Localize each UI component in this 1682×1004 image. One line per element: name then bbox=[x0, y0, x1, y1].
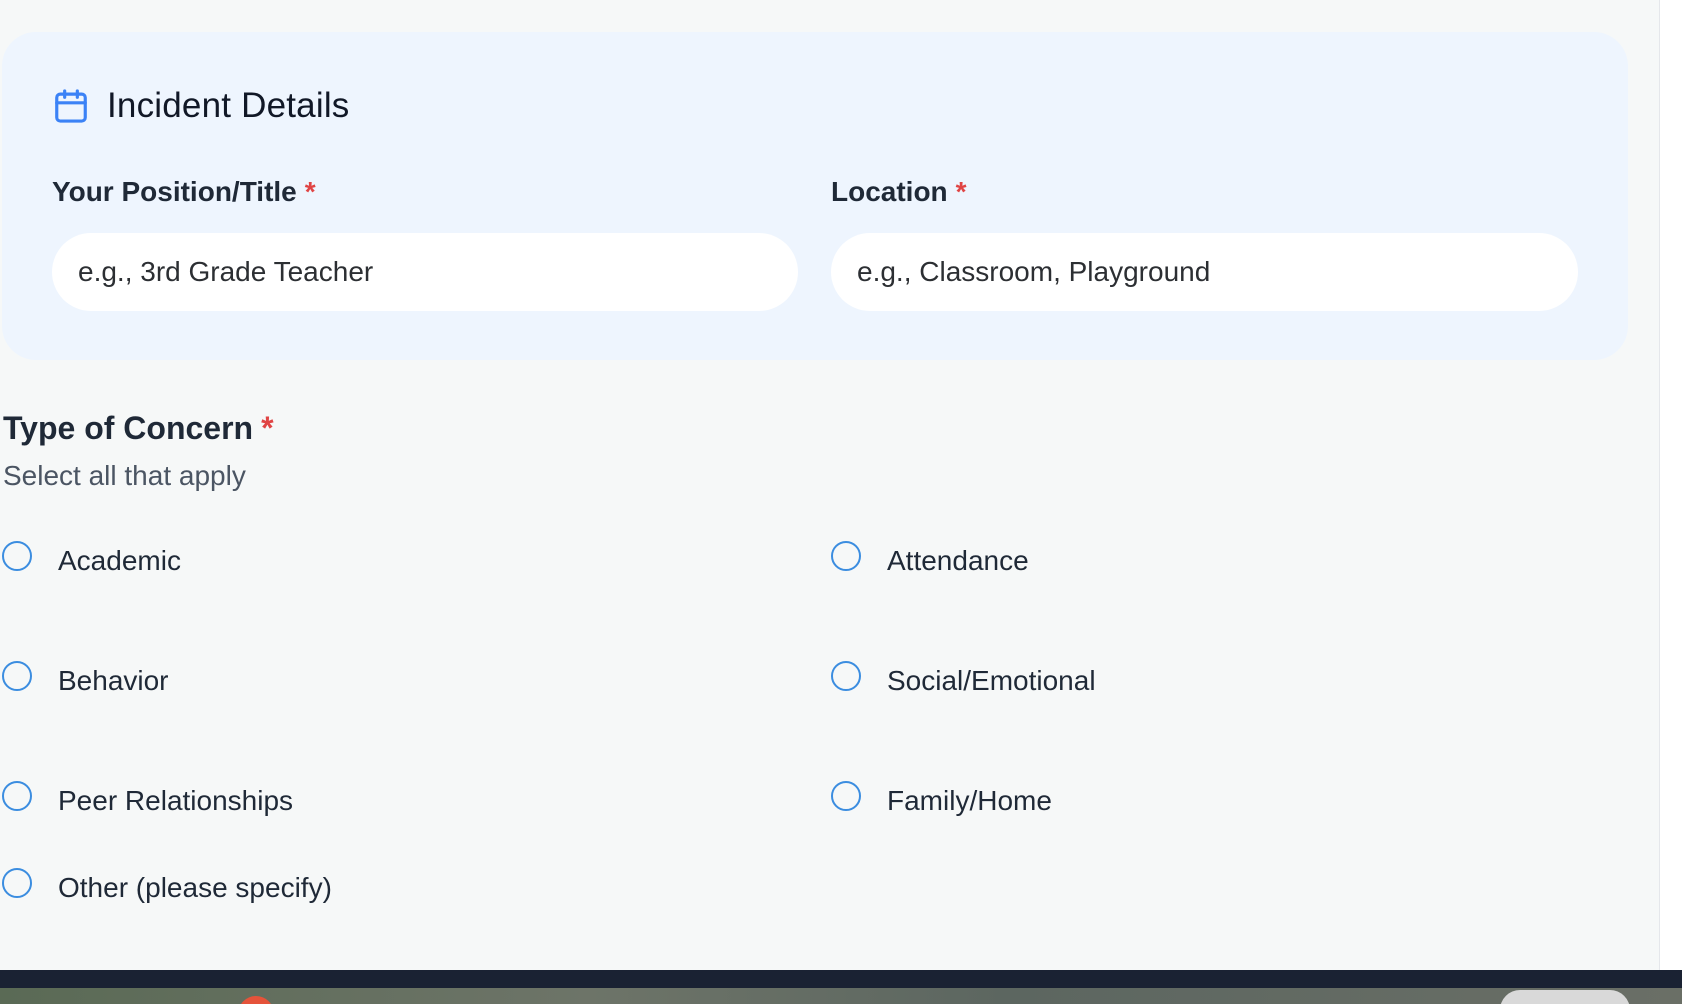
option-label: Family/Home bbox=[887, 785, 1052, 816]
option-label: Social/Emotional bbox=[887, 665, 1096, 696]
radio-circle[interactable] bbox=[2, 541, 32, 571]
taskbar-control[interactable] bbox=[1500, 990, 1630, 1004]
concern-option-family-home[interactable]: Family/Home bbox=[831, 781, 1052, 817]
scrollbar-track[interactable] bbox=[1659, 0, 1682, 970]
option-label: Academic bbox=[58, 545, 181, 576]
option-label: Peer Relationships bbox=[58, 785, 294, 816]
calendar-icon bbox=[55, 89, 87, 123]
location-label: Location * bbox=[831, 176, 967, 208]
concern-option-other[interactable]: Other (please specify) bbox=[2, 868, 332, 904]
incident-details-header: Incident Details bbox=[52, 86, 350, 126]
location-input[interactable] bbox=[831, 233, 1578, 311]
radio-circle[interactable] bbox=[831, 781, 861, 811]
required-marker: * bbox=[261, 410, 274, 446]
position-label: Your Position/Title * bbox=[52, 176, 316, 208]
radio-circle[interactable] bbox=[831, 541, 861, 571]
radio-circle[interactable] bbox=[2, 868, 32, 898]
os-taskbar bbox=[0, 970, 1682, 1004]
required-marker: * bbox=[955, 176, 967, 207]
option-label: Behavior bbox=[58, 665, 169, 696]
form-page: Incident Details Your Position/Title* Lo… bbox=[0, 0, 1682, 1004]
card-title: Incident Details bbox=[107, 86, 350, 125]
required-marker: * bbox=[304, 176, 316, 207]
concern-option-peer-relationships[interactable]: Peer Relationships bbox=[2, 781, 294, 817]
concern-title-text: Type of Concern bbox=[3, 410, 254, 446]
option-label: Attendance bbox=[887, 545, 1029, 576]
radio-circle[interactable] bbox=[2, 781, 32, 811]
concern-option-academic[interactable]: Academic bbox=[2, 541, 181, 577]
position-label-text: Your Position/Title bbox=[52, 176, 297, 207]
concern-option-attendance[interactable]: Attendance bbox=[831, 541, 1029, 577]
radio-circle[interactable] bbox=[2, 661, 32, 691]
radio-circle[interactable] bbox=[831, 661, 861, 691]
concern-option-social-emotional[interactable]: Social/Emotional bbox=[831, 661, 1096, 697]
location-label-text: Location bbox=[831, 176, 948, 207]
concern-section-title: Type of Concern * bbox=[3, 410, 274, 447]
concern-subtitle: Select all that apply bbox=[3, 460, 246, 491]
concern-option-behavior[interactable]: Behavior bbox=[2, 661, 169, 697]
position-input[interactable] bbox=[52, 233, 798, 311]
option-label: Other (please specify) bbox=[58, 872, 332, 903]
